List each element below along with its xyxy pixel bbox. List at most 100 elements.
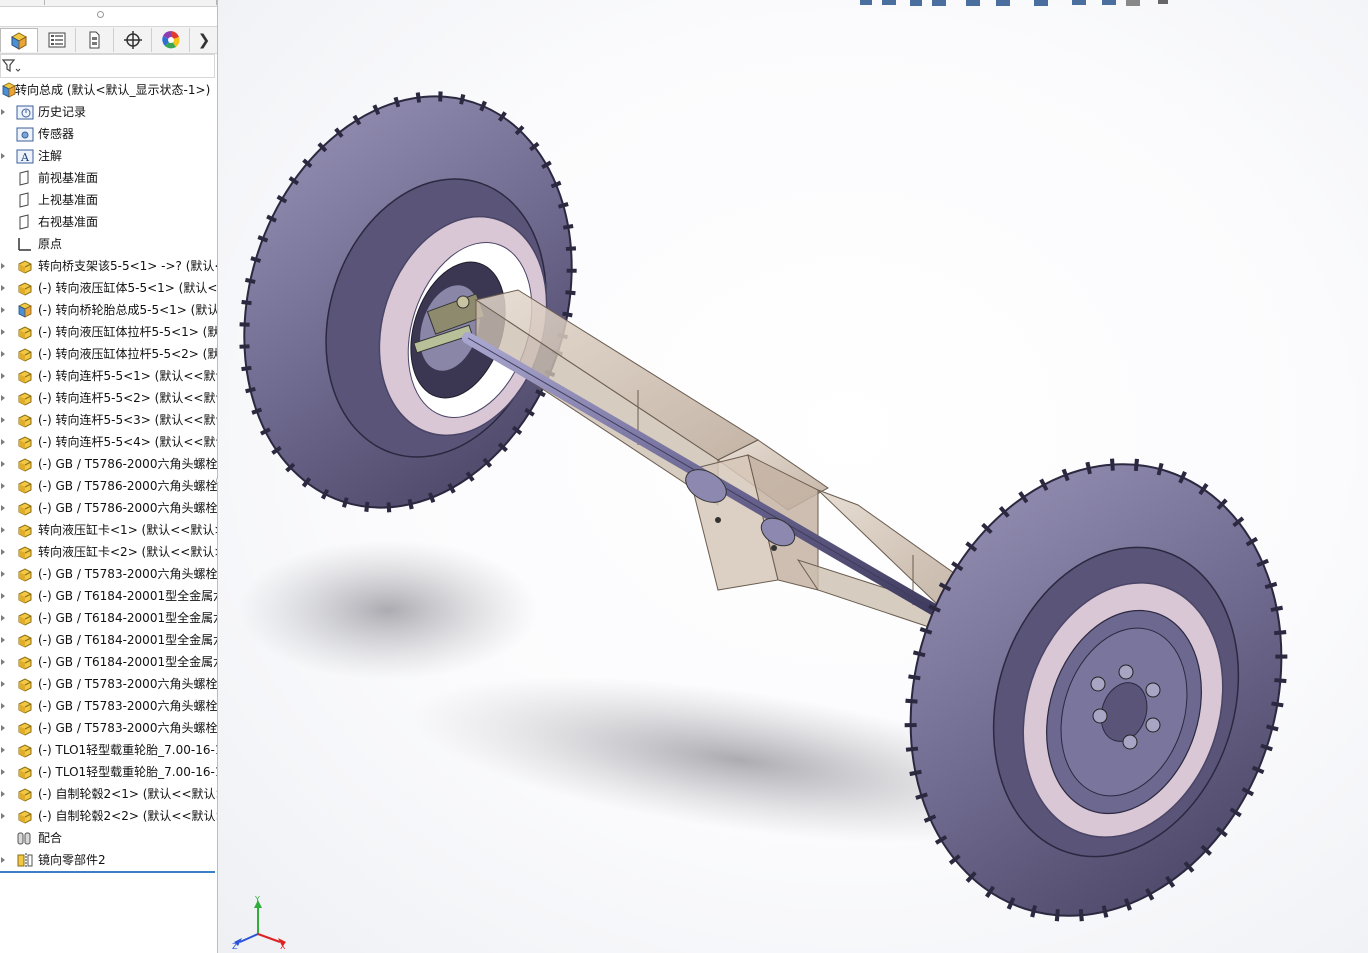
expand-arrow-icon[interactable] <box>1 153 5 159</box>
expand-arrow-icon[interactable] <box>1 659 5 665</box>
expand-arrow-icon[interactable] <box>1 725 5 731</box>
expand-arrow-icon[interactable] <box>1 439 5 445</box>
filter-funnel-icon[interactable] <box>2 58 22 74</box>
tree-root-label: 转向总成 (默认<默认_显示状态-1>) <box>15 83 211 97</box>
tree-item-label: 转向桥支架该5-5<1> ->? (默认< <box>38 259 217 273</box>
tree-item-label: 转向液压缸卡<2> (默认<<默认> <box>38 545 217 559</box>
tree-item[interactable]: (-) 转向连杆5-5<1> (默认<<默认 <box>0 365 217 387</box>
tree-item-label: (-) 转向液压缸体拉杆5-5<2> (默 <box>38 347 217 361</box>
tree-item[interactable]: 历史记录 <box>0 101 217 123</box>
tree-item[interactable]: 转向桥支架该5-5<1> ->? (默认< <box>0 255 217 277</box>
expand-arrow-icon[interactable] <box>1 329 5 335</box>
tree-item[interactable]: 转向液压缸卡<2> (默认<<默认> <box>0 541 217 563</box>
tree-item[interactable]: (-) GB / T6184-20001型全金属六 <box>0 629 217 651</box>
mirror-component-icon <box>17 853 33 867</box>
expand-arrow-icon[interactable] <box>1 769 5 775</box>
tree-item-label: (-) GB / T5783-2000六角头螺栓 <box>38 699 217 713</box>
expand-arrow-icon[interactable] <box>1 549 5 555</box>
tree-item[interactable]: A 注解 <box>0 145 217 167</box>
tree-item[interactable]: 右视基准面 <box>0 211 217 233</box>
configuration-manager-tab[interactable] <box>76 28 114 52</box>
tree-item[interactable]: (-) 自制轮毂2<1> (默认<<默认> <box>0 783 217 805</box>
tree-item[interactable]: 转向液压缸卡<1> (默认<<默认> <box>0 519 217 541</box>
expand-arrow-icon[interactable] <box>1 483 5 489</box>
tree-item[interactable]: (-) GB / T5783-2000六角头螺栓 <box>0 563 217 585</box>
tree-item[interactable]: (-) GB / T5786-2000六角头螺栓 <box>0 475 217 497</box>
tree-item[interactable]: (-) 转向液压缸体拉杆5-5<1> (默 <box>0 321 217 343</box>
part-icon <box>18 524 32 538</box>
expand-arrow-icon[interactable] <box>1 263 5 269</box>
part-icon <box>18 282 32 296</box>
tree-item-label: (-) TLO1轻型载重轮胎_7.00-16-1 <box>38 743 217 757</box>
tree-item[interactable]: 原点 <box>0 233 217 255</box>
expand-arrow-icon[interactable] <box>1 109 5 115</box>
tree-item[interactable]: (-) GB / T6184-20001型全金属六 <box>0 585 217 607</box>
tree-item[interactable]: (-) 转向液压缸体拉杆5-5<2> (默 <box>0 343 217 365</box>
expand-arrow-icon[interactable] <box>1 593 5 599</box>
expand-arrow-icon[interactable] <box>1 307 5 313</box>
expand-arrow-icon[interactable] <box>1 571 5 577</box>
tree-filter-input[interactable] <box>0 54 215 78</box>
feature-manager-tab[interactable] <box>0 28 38 52</box>
tree-item[interactable]: (-) 转向桥轮胎总成5-5<1> (默认 <box>0 299 217 321</box>
expand-arrow-icon[interactable] <box>1 857 5 863</box>
steering-axle-3d-model <box>238 91 1288 922</box>
expand-arrow-icon[interactable] <box>1 681 5 687</box>
tree-root-assembly[interactable]: 转向总成 (默认<默认_显示状态-1>) <box>0 79 217 101</box>
tree-item[interactable]: (-) GB / T6184-20001型全金属六 <box>0 651 217 673</box>
expand-arrow-icon[interactable] <box>1 703 5 709</box>
expand-arrow-icon[interactable] <box>1 395 5 401</box>
tree-item[interactable]: (-) GB / T6184-20001型全金属六 <box>0 607 217 629</box>
graphics-viewport[interactable]: Y X Z <box>218 0 1368 953</box>
expand-arrow-icon[interactable] <box>1 351 5 357</box>
tree-item[interactable]: (-) 自制轮毂2<2> (默认<<默认> <box>0 805 217 827</box>
tree-item[interactable]: (-) 转向连杆5-5<2> (默认<<默认 <box>0 387 217 409</box>
plane-icon <box>19 170 29 186</box>
expand-arrow-icon[interactable] <box>1 791 5 797</box>
expand-arrow-icon[interactable] <box>1 813 5 819</box>
part-icon <box>18 590 32 604</box>
panel-grip-handle[interactable] <box>97 11 104 18</box>
tree-item[interactable]: (-) 转向连杆5-5<3> (默认<<默认 <box>0 409 217 431</box>
part-icon <box>18 788 32 802</box>
part-icon <box>18 612 32 626</box>
expand-arrow-icon[interactable] <box>1 505 5 511</box>
configuration-icon <box>89 31 99 49</box>
property-manager-tab[interactable] <box>38 28 76 52</box>
expand-arrow-icon[interactable] <box>1 527 5 533</box>
triad-x-label: X <box>280 942 286 950</box>
tree-item-label: (-) 转向连杆5-5<4> (默认<<默认 <box>38 435 217 449</box>
tree-item-label: (-) TLO1轻型载重轮胎_7.00-16-1 <box>38 765 217 779</box>
tree-item[interactable]: 镜向零部件2 <box>0 849 217 871</box>
expand-arrow-icon[interactable] <box>1 615 5 621</box>
tree-item[interactable]: (-) GB / T5786-2000六角头螺栓 <box>0 497 217 519</box>
expand-arrow-icon[interactable] <box>1 747 5 753</box>
tree-item[interactable]: (-) 转向液压缸体5-5<1> (默认< <box>0 277 217 299</box>
expand-arrow-icon[interactable] <box>1 637 5 643</box>
tree-item[interactable]: 上视基准面 <box>0 189 217 211</box>
tree-item-label: (-) GB / T6184-20001型全金属六 <box>38 633 217 647</box>
tree-item[interactable]: (-) TLO1轻型载重轮胎_7.00-16-1 <box>0 739 217 761</box>
tree-item[interactable]: (-) GB / T5783-2000六角头螺栓 <box>0 673 217 695</box>
expand-arrow-icon[interactable] <box>1 285 5 291</box>
tree-item[interactable]: (-) TLO1轻型载重轮胎_7.00-16-1 <box>0 761 217 783</box>
tree-item[interactable]: (-) GB / T5783-2000六角头螺栓 <box>0 695 217 717</box>
tree-item-label: (-) GB / T5783-2000六角头螺栓 <box>38 677 217 691</box>
tree-item[interactable]: 传感器 <box>0 123 217 145</box>
expand-arrow-icon[interactable] <box>1 373 5 379</box>
tree-item-label: (-) GB / T6184-20001型全金属六 <box>38 589 217 603</box>
tree-item[interactable]: 前视基准面 <box>0 167 217 189</box>
tab-overflow-chevron-icon[interactable]: ❯ <box>193 28 215 52</box>
display-manager-tab[interactable] <box>152 28 190 52</box>
reference-triad: Y X Z <box>232 896 286 950</box>
expand-arrow-icon[interactable] <box>1 417 5 423</box>
dimxpert-manager-tab[interactable] <box>114 28 152 52</box>
expand-arrow-icon[interactable] <box>1 461 5 467</box>
part-icon <box>18 370 32 384</box>
tree-item[interactable]: (-) 转向连杆5-5<4> (默认<<默认 <box>0 431 217 453</box>
tree-item[interactable]: 配合 <box>0 827 217 849</box>
part-icon <box>18 634 32 648</box>
part-icon <box>18 480 32 494</box>
tree-item[interactable]: (-) GB / T5786-2000六角头螺栓 <box>0 453 217 475</box>
tree-item[interactable]: (-) GB / T5783-2000六角头螺栓 <box>0 717 217 739</box>
